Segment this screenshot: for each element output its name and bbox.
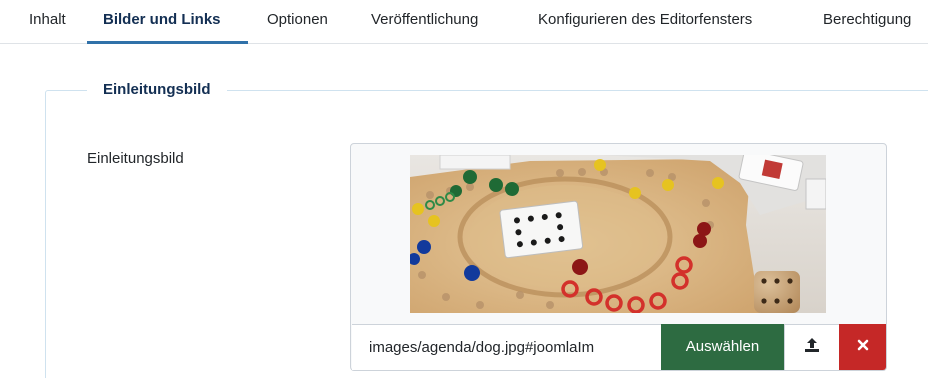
image-preview bbox=[410, 155, 826, 313]
clear-button[interactable] bbox=[839, 324, 886, 370]
upload-icon bbox=[803, 336, 821, 359]
tab-optionen[interactable]: Optionen bbox=[267, 0, 328, 44]
close-icon bbox=[857, 338, 869, 356]
tab-bilder-und-links[interactable]: Bilder und Links bbox=[103, 0, 221, 44]
image-path-input[interactable]: images/agenda/dog.jpg#joomlaIm bbox=[352, 324, 661, 370]
tab-berechtigung[interactable]: Berechtigung bbox=[823, 0, 911, 44]
active-tab-indicator bbox=[87, 41, 248, 44]
upload-button[interactable] bbox=[784, 324, 839, 370]
tab-inhalt[interactable]: Inhalt bbox=[29, 0, 66, 44]
fieldset-legend: Einleitungsbild bbox=[87, 79, 227, 101]
tab-konfigurieren-des-editorfensters[interactable]: Konfigurieren des Editorfensters bbox=[538, 0, 752, 44]
intro-image-label: Einleitungsbild bbox=[87, 150, 184, 167]
select-button[interactable]: Auswählen bbox=[661, 324, 784, 370]
tab-bar: Inhalt Bilder und Links Optionen Veröffe… bbox=[0, 0, 928, 44]
tab-veroeffentlichung[interactable]: Veröffentlichung bbox=[371, 0, 478, 44]
